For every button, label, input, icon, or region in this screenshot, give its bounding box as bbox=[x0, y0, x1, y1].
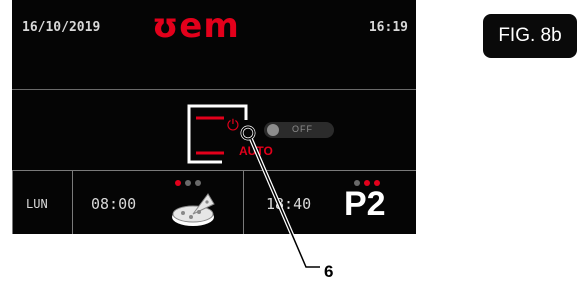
clock-display: 16:19 bbox=[368, 20, 408, 35]
date-display: 16/10/2019 bbox=[22, 20, 101, 35]
end-time[interactable]: 18:40 bbox=[266, 195, 311, 213]
oven-display: 16/10/2019 ʊem 16:19 ⏻ AUTO OFF LUN 08:0… bbox=[12, 0, 416, 234]
figure-label: FIG. 8b bbox=[483, 14, 577, 58]
row-separator-2 bbox=[243, 170, 244, 234]
brand-logo: ʊem bbox=[152, 6, 240, 46]
row-border-left bbox=[12, 170, 13, 234]
toggle-knob bbox=[267, 124, 279, 136]
pizza-icon[interactable] bbox=[168, 190, 218, 230]
start-dot-3 bbox=[195, 180, 201, 186]
toggle-label: OFF bbox=[292, 124, 313, 134]
mode-toggle[interactable]: OFF bbox=[264, 122, 334, 138]
callout-number: 6 bbox=[324, 262, 334, 281]
program-label[interactable]: P2 bbox=[344, 187, 386, 221]
start-time[interactable]: 08:00 bbox=[91, 195, 136, 213]
row-separator-1 bbox=[72, 170, 73, 234]
start-dot-1 bbox=[175, 180, 181, 186]
day-label: LUN bbox=[26, 197, 48, 211]
start-dot-2 bbox=[185, 180, 191, 186]
auto-label: AUTO bbox=[239, 144, 273, 158]
schedule-row[interactable]: LUN 08:00 18:40 P2 bbox=[12, 170, 416, 234]
status-bar: 16/10/2019 ʊem 16:19 bbox=[12, 0, 416, 62]
divider bbox=[12, 89, 416, 90]
power-icon: ⏻ bbox=[227, 117, 239, 134]
auto-program-button[interactable]: ⏻ AUTO bbox=[184, 98, 274, 166]
